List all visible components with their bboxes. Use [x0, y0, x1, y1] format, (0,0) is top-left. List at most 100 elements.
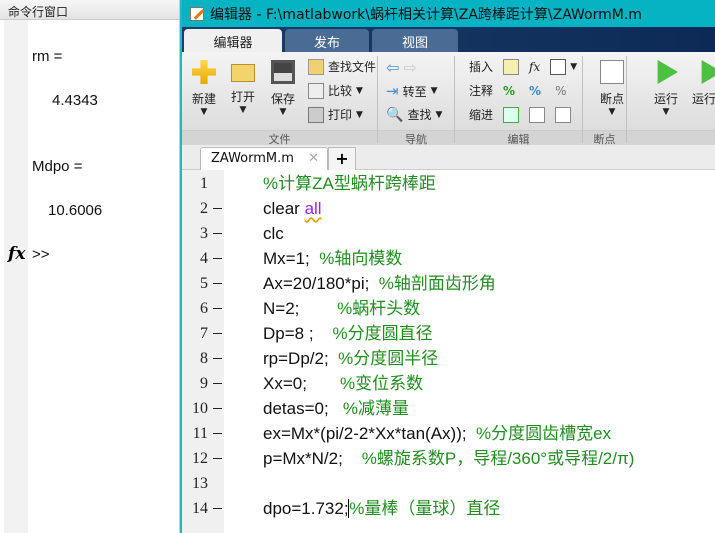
- editor-icon: [190, 6, 205, 21]
- smart-indent-icon: [503, 106, 520, 123]
- code-line[interactable]: 2 clear all: [182, 196, 715, 221]
- output-line: 10.6006: [48, 202, 103, 219]
- output-line: Mdpo =: [32, 158, 83, 175]
- code-line[interactable]: 1 %计算ZA型蜗杆跨棒距: [182, 171, 715, 196]
- line-number: 12: [192, 450, 208, 467]
- breakpoint-marker[interactable]: [213, 383, 222, 384]
- code-text: clc: [263, 224, 284, 243]
- decrease-indent-icon: [555, 106, 572, 123]
- code-editor[interactable]: 1 %计算ZA型蜗杆跨棒距 2 clear all 3 clc 4 Mx=1; %轴向模数 5 A…: [182, 170, 715, 533]
- line-number: 1: [200, 175, 208, 192]
- group-label-edit: 编辑: [455, 130, 582, 146]
- code-line[interactable]: 14 dpo=1.732; %量棒（量球）直径: [182, 496, 715, 521]
- breakpoints-icon: [600, 60, 624, 84]
- forward-arrow-icon: ⇨: [403, 58, 417, 77]
- run-button[interactable]: 运行 ▼: [648, 60, 684, 117]
- breakpoint-marker[interactable]: [213, 233, 222, 234]
- goto-button[interactable]: ⇥ 转至 ▼: [386, 82, 438, 100]
- code-line[interactable]: 7 Dp=8 ; %分度圆直径: [182, 321, 715, 346]
- code-text: dpo=1.732; %量棒（量球）直径: [263, 499, 501, 518]
- breakpoints-button[interactable]: 断点 ▼: [594, 60, 630, 117]
- run-advance-button[interactable]: 运行前: [692, 60, 715, 107]
- compare-button[interactable]: 比较 ▼: [308, 82, 363, 99]
- close-icon[interactable]: ✕: [308, 151, 319, 166]
- ribbon-tabs: 编辑器 发布 视图: [182, 27, 715, 52]
- find-button[interactable]: 🔍 查找 ▼: [386, 106, 442, 123]
- breakpoint-marker[interactable]: [213, 508, 222, 509]
- find-files-button[interactable]: 查找文件: [308, 58, 376, 75]
- tab-publish[interactable]: 发布: [285, 29, 369, 52]
- code-text: ex=Mx*(pi/2-2*Xx*tan(Ax)); %分度圆齿槽宽ex: [263, 424, 612, 443]
- find-files-icon: [308, 58, 324, 75]
- indent-row[interactable]: 缩进: [469, 106, 572, 123]
- line-number: 6: [200, 300, 208, 317]
- save-icon: [271, 60, 295, 84]
- code-text: rp=Dp/2; %分度圆半径: [263, 349, 439, 368]
- insert-row[interactable]: 插入 fx ▼: [469, 58, 577, 75]
- comment-row[interactable]: 注释%%%: [469, 82, 566, 99]
- run-advance-icon: [701, 60, 715, 84]
- group-label-navigate: 导航: [378, 130, 454, 146]
- code-line[interactable]: 4 Mx=1; %轴向模数: [182, 246, 715, 271]
- breakpoint-marker[interactable]: [213, 433, 222, 434]
- breakpoint-marker[interactable]: [213, 208, 222, 209]
- line-number: 8: [200, 350, 208, 367]
- tab-editor[interactable]: 编辑器: [184, 29, 282, 52]
- plus-icon: [192, 60, 216, 84]
- breakpoint-marker[interactable]: [213, 458, 222, 459]
- ribbon: 新建 ▼ 打开 ▼ 保存 ▼ 查找文件 比较 ▼ 打印 ▼ ⇦ ⇨ ⇥ 转至 ▼ 🔍 查找 ▼…: [182, 52, 715, 146]
- code-line[interactable]: 5 Ax=20/180*pi; %轴剖面齿形角: [182, 271, 715, 296]
- file-tabs: ZAWormM.m ✕ +: [182, 145, 715, 170]
- command-window[interactable]: 命令行窗口 rm = 4.4343 Mdpo = 10.6006 fx >>: [0, 0, 180, 533]
- folder-icon: [231, 64, 255, 82]
- code-line[interactable]: 8 rp=Dp/2; %分度圆半径: [182, 346, 715, 371]
- compare-icon: [308, 82, 324, 99]
- keyword: all: [304, 199, 322, 218]
- code-text: Xx=0; %变位系数: [263, 374, 424, 393]
- breakpoint-marker[interactable]: [213, 283, 222, 284]
- new-tab-button[interactable]: +: [328, 147, 356, 170]
- code-line[interactable]: 11 ex=Mx*(pi/2-2*Xx*tan(Ax)); %分度圆齿槽宽ex: [182, 421, 715, 446]
- comment: %分度圆直径: [332, 324, 433, 343]
- comment-icon: %: [503, 83, 516, 98]
- tab-view[interactable]: 视图: [372, 29, 458, 52]
- printer-icon: [308, 106, 324, 123]
- code-line[interactable]: 13: [182, 471, 715, 496]
- code-line[interactable]: 6 N=2; %蜗杆头数: [182, 296, 715, 321]
- code-text: Dp=8 ; %分度圆直径: [263, 324, 433, 343]
- line-number: 5: [200, 275, 208, 292]
- output-line: rm =: [32, 48, 63, 65]
- save-button[interactable]: 保存 ▼: [265, 60, 301, 117]
- breakpoint-marker[interactable]: [213, 333, 222, 334]
- title-bar: 编辑器 - F:\matlabwork\蜗杆相关计算\ZA跨棒距计算\ZAWor…: [182, 0, 715, 27]
- comment: %分度圆齿槽宽ex: [476, 424, 612, 443]
- line-number: 14: [192, 500, 208, 517]
- new-button[interactable]: 新建 ▼: [186, 60, 222, 117]
- fx-icon[interactable]: fx: [8, 244, 25, 264]
- command-prompt[interactable]: >>: [32, 246, 50, 263]
- comment: %减薄量: [342, 399, 409, 418]
- line-number: 3: [200, 225, 208, 242]
- comment: %螺旋系数P，导程/360°或导程/2/π): [361, 449, 635, 468]
- run-icon: [657, 60, 678, 84]
- print-button[interactable]: 打印 ▼: [308, 106, 363, 123]
- breakpoint-marker[interactable]: [213, 408, 222, 409]
- breakpoint-marker[interactable]: [213, 258, 222, 259]
- back-forward-buttons[interactable]: ⇦ ⇨: [386, 58, 417, 77]
- code-text: clear all: [263, 199, 322, 218]
- code-line[interactable]: 9 Xx=0; %变位系数: [182, 371, 715, 396]
- code-line[interactable]: 3 clc: [182, 221, 715, 246]
- comment: %轴剖面齿形角: [378, 274, 496, 293]
- comment: %计算ZA型蜗杆跨棒距: [263, 174, 436, 193]
- editor-window: 编辑器 - F:\matlabwork\蜗杆相关计算\ZA跨棒距计算\ZAWor…: [180, 0, 715, 533]
- comment: %分度圆半径: [338, 349, 439, 368]
- breakpoint-marker[interactable]: [213, 308, 222, 309]
- code-text: N=2; %蜗杆头数: [263, 299, 421, 318]
- breakpoint-marker[interactable]: [213, 358, 222, 359]
- code-line[interactable]: 10 detas=0; %减薄量: [182, 396, 715, 421]
- file-tab[interactable]: ZAWormM.m ✕: [200, 147, 328, 170]
- code-text: Mx=1; %轴向模数: [263, 249, 403, 268]
- open-button[interactable]: 打开 ▼: [225, 60, 261, 115]
- comment: %变位系数: [340, 374, 424, 393]
- code-line[interactable]: 12 p=Mx*N/2; %螺旋系数P，导程/360°或导程/2/π): [182, 446, 715, 471]
